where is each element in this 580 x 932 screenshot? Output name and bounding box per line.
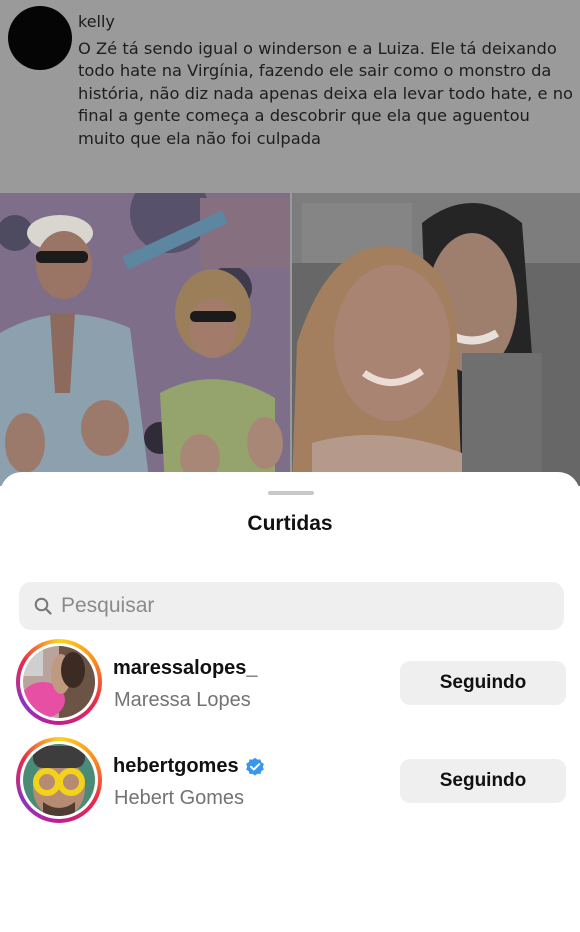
tweet-photo-right: [292, 193, 580, 486]
following-button[interactable]: Seguindo: [400, 661, 566, 705]
sheet-title: Curtidas: [247, 512, 333, 535]
user-row[interactable]: hebertgomes Hebert Gomes Seguindo: [0, 735, 580, 825]
user-row[interactable]: maressalopes_ Maressa Lopes Seguindo: [0, 637, 580, 727]
avatar: [23, 744, 95, 816]
tweet-text: O Zé tá sendo igual o winderson e a Luiz…: [78, 39, 574, 148]
likes-sheet: Curtidas maressalopes_ Maress: [0, 472, 580, 932]
avatar-story-ring[interactable]: [16, 737, 102, 823]
username[interactable]: maressalopes_: [113, 657, 258, 680]
following-button[interactable]: Seguindo: [400, 759, 566, 803]
tweet-avatar: [8, 6, 72, 70]
username-text: hebertgomes: [113, 755, 239, 777]
search-bar[interactable]: [19, 582, 564, 630]
sheet-grabber-handle[interactable]: [268, 491, 314, 495]
username-text: maressalopes_: [113, 657, 258, 679]
search-input[interactable]: [61, 582, 551, 630]
search-icon: [34, 597, 52, 615]
username[interactable]: hebertgomes: [113, 755, 265, 778]
full-name: Maressa Lopes: [114, 689, 251, 711]
tweet-photo-left: [0, 193, 290, 486]
avatar-story-ring[interactable]: [16, 639, 102, 725]
full-name: Hebert Gomes: [114, 787, 245, 809]
tweet-username: kelly: [78, 12, 115, 31]
avatar: [23, 646, 95, 718]
verified-badge-icon: [245, 757, 264, 776]
tweet-card: kelly O Zé tá sendo igual o winderson e …: [0, 0, 580, 486]
